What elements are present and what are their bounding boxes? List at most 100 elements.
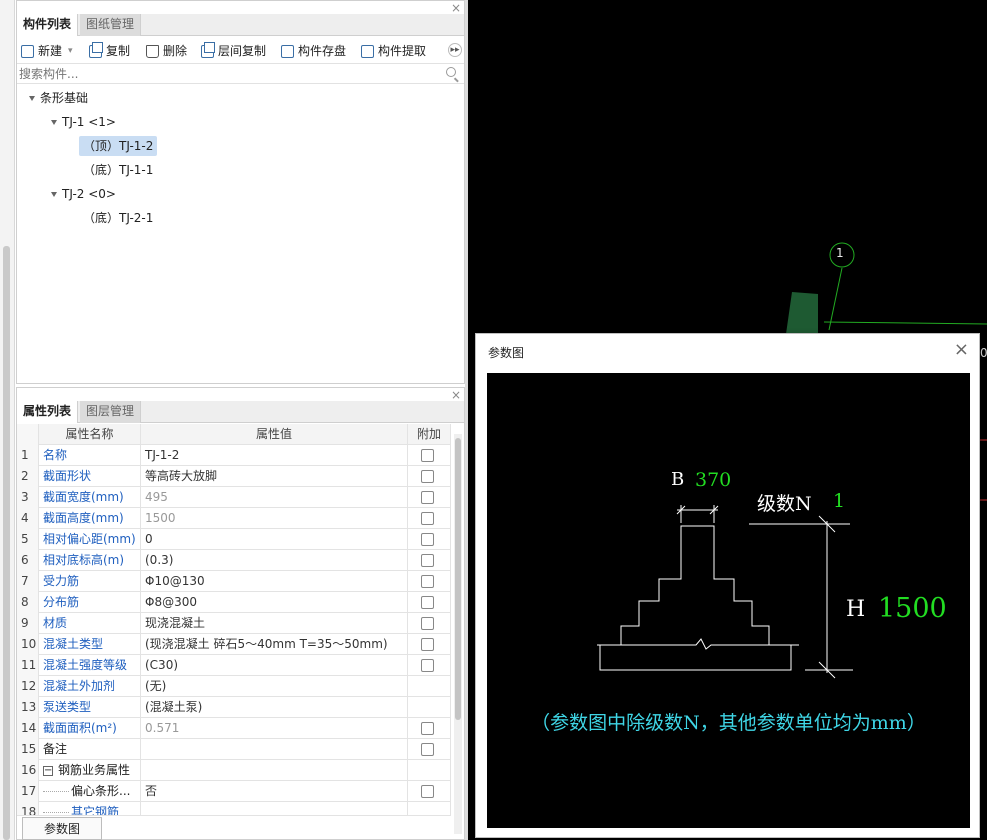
property-scrollbar[interactable]	[454, 434, 462, 834]
row-number: 1	[17, 445, 39, 466]
table-row[interactable]: 16 − 钢筋业务属性	[17, 760, 451, 781]
property-value[interactable]: 0.571	[141, 718, 408, 739]
table-row[interactable]: 15 备注	[17, 739, 451, 760]
attach-checkbox[interactable]	[421, 470, 434, 483]
new-icon	[21, 44, 34, 58]
component-panel-close-icon[interactable]: ×	[451, 1, 461, 15]
property-name: 混凝土外加剂	[39, 676, 141, 697]
left-scroll-strip[interactable]	[0, 0, 15, 840]
table-row[interactable]: 13 泵送类型 (混凝土泵)	[17, 697, 451, 718]
copy-button[interactable]: 复制	[89, 41, 130, 61]
attach-checkbox[interactable]	[421, 554, 434, 567]
table-row[interactable]: 11 混凝土强度等级 (C30)	[17, 655, 451, 676]
attach-checkbox[interactable]	[421, 575, 434, 588]
attach-checkbox[interactable]	[421, 743, 434, 756]
search-icon[interactable]	[446, 67, 456, 77]
table-row[interactable]: 12 混凝土外加剂 (无)	[17, 676, 451, 697]
property-value[interactable]: (混凝土泵)	[141, 697, 408, 718]
property-value[interactable]: 0	[141, 529, 408, 550]
collapse-icon[interactable]: −	[43, 765, 53, 776]
table-row[interactable]: 7 受力筋 Φ10@130	[17, 571, 451, 592]
property-name: 截面面积(m²)	[39, 718, 141, 739]
add-cell	[408, 760, 451, 781]
table-row[interactable]: 6 相对底标高(m) (0.3)	[17, 550, 451, 571]
property-scrollbar-thumb[interactable]	[455, 438, 461, 720]
footing-steps	[620, 525, 770, 645]
tree-root-strip-foundation[interactable]: 条形基础	[29, 88, 88, 108]
toolbar-more-icon[interactable]: ▸▸	[448, 43, 462, 57]
attach-checkbox[interactable]	[421, 533, 434, 546]
property-value[interactable]: (无)	[141, 676, 408, 697]
table-row[interactable]: 1 名称 TJ-1-2	[17, 445, 451, 466]
property-name: 截面宽度(mm)	[39, 487, 141, 508]
h-value: 1500	[878, 593, 947, 624]
table-row[interactable]: 14 截面面积(m²) 0.571	[17, 718, 451, 739]
tree-node-tj1-1[interactable]: （底）TJ-1-1	[83, 160, 153, 180]
new-dropdown-icon[interactable]: ▾	[68, 41, 73, 61]
property-name: 混凝土类型	[39, 634, 141, 655]
attach-checkbox[interactable]	[421, 659, 434, 672]
copy-icon	[89, 41, 103, 58]
tree-node-tj2-1[interactable]: （底）TJ-2-1	[83, 208, 153, 228]
property-name: 钢筋业务属性	[58, 763, 131, 777]
floor-copy-button[interactable]: 层间复制	[201, 41, 266, 61]
tree-node-tj2[interactable]: TJ-2 <0>	[51, 184, 116, 204]
property-value[interactable]: 否	[141, 781, 408, 802]
property-group-rebar[interactable]: − 钢筋业务属性	[39, 760, 141, 781]
property-value[interactable]: 现浇混凝土	[141, 613, 408, 634]
attach-checkbox[interactable]	[421, 785, 434, 798]
row-number: 11	[17, 655, 39, 676]
property-child: 其它钢筋	[39, 802, 141, 815]
attach-checkbox[interactable]	[421, 449, 434, 462]
property-value[interactable]: Φ10@130	[141, 571, 408, 592]
property-value[interactable]: 等高砖大放脚	[141, 466, 408, 487]
property-name: 截面高度(mm)	[39, 508, 141, 529]
tree-node-tj1-2[interactable]: （顶）TJ-1-2	[79, 136, 158, 156]
tab-property-list[interactable]: 属性列表	[17, 401, 79, 423]
param-diagram-button[interactable]: 参数图	[22, 817, 102, 840]
attach-checkbox[interactable]	[421, 491, 434, 504]
row-number: 8	[17, 592, 39, 613]
expand-caret-icon[interactable]	[51, 120, 57, 125]
new-button[interactable]: 新建 ▾	[21, 41, 73, 61]
attach-checkbox[interactable]	[421, 596, 434, 609]
save-component-button[interactable]: 构件存盘	[281, 41, 346, 61]
table-row[interactable]: 5 相对偏心距(mm) 0	[17, 529, 451, 550]
dialog-close-icon[interactable]: ×	[954, 340, 969, 360]
left-scrollbar-thumb[interactable]	[3, 246, 10, 840]
table-row[interactable]: 4 截面高度(mm) 1500	[17, 508, 451, 529]
table-row[interactable]: 10 混凝土类型 (现浇混凝土 碎石5～40mm T=35～50mm)	[17, 634, 451, 655]
table-row[interactable]: 9 材质 现浇混凝土	[17, 613, 451, 634]
property-panel-close-icon[interactable]: ×	[451, 388, 461, 402]
add-cell	[408, 676, 451, 697]
component-search-input[interactable]	[19, 65, 439, 83]
tree-indent-line	[43, 812, 69, 813]
row-number: 9	[17, 613, 39, 634]
tab-drawing-management[interactable]: 图纸管理	[80, 14, 142, 36]
attach-checkbox[interactable]	[421, 638, 434, 651]
tree-node-tj1[interactable]: TJ-1 <1>	[51, 112, 116, 132]
property-value[interactable]: (C30)	[141, 655, 408, 676]
table-row[interactable]: 3 截面宽度(mm) 495	[17, 487, 451, 508]
tab-layer-management[interactable]: 图层管理	[80, 401, 142, 423]
property-value[interactable]: (现浇混凝土 碎石5～40mm T=35～50mm)	[141, 634, 408, 655]
table-row[interactable]: 2 截面形状 等高砖大放脚	[17, 466, 451, 487]
property-value[interactable]: Φ8@300	[141, 592, 408, 613]
attach-checkbox[interactable]	[421, 722, 434, 735]
attach-checkbox[interactable]	[421, 617, 434, 630]
expand-caret-icon[interactable]	[51, 192, 57, 197]
table-row[interactable]: 8 分布筋 Φ8@300	[17, 592, 451, 613]
property-value[interactable]: 1500	[141, 508, 408, 529]
property-value[interactable]	[141, 739, 408, 760]
property-value[interactable]: 495	[141, 487, 408, 508]
property-value[interactable]: (0.3)	[141, 550, 408, 571]
property-value[interactable]	[141, 802, 408, 815]
attach-checkbox[interactable]	[421, 512, 434, 525]
property-value[interactable]: TJ-1-2	[141, 445, 408, 466]
table-row[interactable]: 18 其它钢筋	[17, 802, 451, 816]
extract-component-button[interactable]: 构件提取	[361, 41, 426, 61]
delete-button[interactable]: 删除	[146, 41, 187, 61]
table-row[interactable]: 17 偏心条形... 否	[17, 781, 451, 802]
expand-caret-icon[interactable]	[29, 96, 35, 101]
tab-component-list[interactable]: 构件列表	[17, 14, 79, 36]
